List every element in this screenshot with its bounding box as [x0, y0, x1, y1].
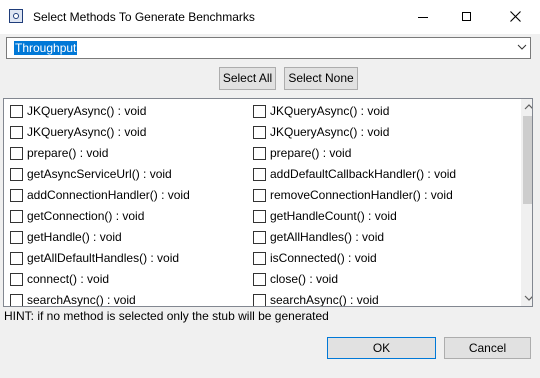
method-label: getAllHandles() : void [270, 230, 385, 244]
ok-button[interactable]: OK [327, 337, 436, 359]
benchmark-mode-select[interactable]: Throughput [6, 37, 531, 59]
arrow-down-icon [524, 295, 532, 301]
method-label: getConnection() : void [27, 209, 145, 223]
method-checkbox[interactable] [10, 105, 23, 118]
hint-text: HINT: if no method is selected only the … [4, 309, 329, 323]
app-icon [9, 9, 23, 23]
method-label: addDefaultCallbackHandler() : void [270, 167, 457, 181]
method-checkbox[interactable] [10, 147, 23, 160]
scroll-down-button[interactable] [521, 290, 532, 306]
method-label: searchAsync() : void [27, 293, 136, 307]
arrow-up-icon [524, 104, 532, 110]
cancel-button[interactable]: Cancel [444, 337, 531, 359]
method-label: JKQueryAsync() : void [270, 125, 390, 139]
method-checkbox[interactable] [253, 294, 266, 306]
method-checkbox[interactable] [10, 252, 23, 265]
method-checkbox[interactable] [10, 126, 23, 139]
minimize-icon [418, 17, 428, 18]
method-label: searchAsync() : void [270, 293, 379, 307]
method-label: addConnectionHandler() : void [27, 188, 190, 202]
method-label: JKQueryAsync() : void [270, 104, 390, 118]
maximize-icon [462, 12, 471, 21]
method-checkbox[interactable] [253, 273, 266, 286]
method-label: connect() : void [27, 272, 110, 286]
select-all-button[interactable]: Select All [219, 67, 276, 90]
close-icon [510, 11, 521, 22]
method-checkbox[interactable] [10, 273, 23, 286]
method-list[interactable]: JKQueryAsync() : void JKQueryAsync() : vo… [3, 98, 533, 307]
method-label: JKQueryAsync() : void [27, 104, 147, 118]
method-label: getAllDefaultHandles() : void [27, 251, 180, 265]
method-label: isConnected() : void [270, 251, 377, 265]
scroll-thumb[interactable] [523, 116, 532, 204]
method-checkbox[interactable] [253, 147, 266, 160]
method-checkbox[interactable] [253, 210, 266, 223]
method-label: getAsyncServiceUrl() : void [27, 167, 172, 181]
method-checkbox[interactable] [10, 210, 23, 223]
maximize-button[interactable] [446, 0, 490, 34]
method-label: prepare() : void [270, 146, 352, 160]
method-checkbox[interactable] [253, 126, 266, 139]
window-title: Select Methods To Generate Benchmarks [33, 10, 255, 24]
method-checkbox[interactable] [253, 168, 266, 181]
method-checkbox[interactable] [10, 168, 23, 181]
method-label: getHandleCount() : void [270, 209, 397, 223]
method-checkbox[interactable] [10, 231, 23, 244]
method-label: JKQueryAsync() : void [27, 125, 147, 139]
method-label: getHandle() : void [27, 230, 122, 244]
minimize-button[interactable] [402, 0, 446, 34]
selected-mode: Throughput [14, 41, 78, 55]
method-checkbox[interactable] [10, 189, 23, 202]
method-label: prepare() : void [27, 146, 109, 160]
method-checkbox[interactable] [253, 231, 266, 244]
method-checkbox[interactable] [253, 189, 266, 202]
method-label: removeConnectionHandler() : void [270, 188, 453, 202]
title-bar: Select Methods To Generate Benchmarks [0, 0, 540, 34]
select-none-button[interactable]: Select None [284, 67, 358, 90]
method-checkbox[interactable] [253, 252, 266, 265]
vertical-scrollbar[interactable] [521, 99, 532, 306]
chevron-down-icon [517, 44, 527, 50]
method-label: close() : void [270, 272, 339, 286]
scroll-up-button[interactable] [521, 99, 532, 115]
close-button[interactable] [494, 0, 538, 34]
method-checkbox[interactable] [10, 294, 23, 306]
method-checkbox[interactable] [253, 105, 266, 118]
